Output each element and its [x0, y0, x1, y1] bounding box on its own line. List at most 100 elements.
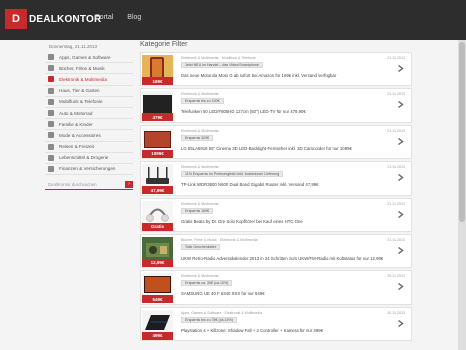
- category-label: Mode & Accessoires: [59, 132, 101, 138]
- category-menu: Apps, Games & Software Bücher, Filme & M…: [45, 52, 133, 176]
- deal-tag: Ersparnis 320€: [181, 134, 214, 141]
- deal-thumbnail[interactable]: 47,99€: [142, 164, 173, 195]
- category-item-food[interactable]: Lebensmittel & Drogerie: [45, 153, 133, 164]
- nav-link-blog[interactable]: Blog: [127, 14, 141, 21]
- deal-title[interactable]: SAMSUNG UE 40 F 6340 SSX für nur 549€: [181, 291, 397, 296]
- logo-mark: D: [5, 9, 27, 29]
- category-item-travel[interactable]: Reisen & Freizeit: [45, 142, 133, 153]
- deal-date: 21.11.2013: [387, 56, 405, 60]
- chevron-right-icon[interactable]: [397, 174, 404, 182]
- deal-tag: Ersparnis ca. 30€ (ca.10%): [181, 280, 233, 287]
- deal-tag: Jetzt NEU im Handel – das Video/Smartpho…: [181, 62, 263, 68]
- family-icon: [48, 121, 54, 128]
- category-label: Auto & Motorrad: [59, 110, 93, 116]
- car-icon: [48, 110, 54, 117]
- category-item-electronics[interactable]: Elektronik & Multimedia: [45, 74, 133, 86]
- price-ribbon: 499€: [142, 331, 173, 340]
- category-item-books[interactable]: Bücher, Filme & Musik: [45, 63, 133, 75]
- food-icon: [48, 154, 54, 161]
- deal-date: 21.11.2013: [387, 165, 405, 170]
- house-icon: [48, 87, 54, 94]
- chevron-right-icon[interactable]: [397, 65, 404, 72]
- chevron-right-icon[interactable]: [397, 210, 404, 218]
- category-sidebar: Donnerstag, 21.11.2013 Apps, Games & Sof…: [45, 40, 133, 191]
- search-button[interactable]: ›: [125, 180, 133, 188]
- page-scrollbar[interactable]: [458, 40, 466, 350]
- deal-date: 21.11.2013: [387, 128, 405, 133]
- chevron-right-icon[interactable]: [397, 283, 404, 291]
- category-label: Bücher, Filme & Musik: [59, 65, 105, 71]
- category-item-home[interactable]: Haus, Tier & Garten: [45, 86, 133, 97]
- deal-tag: Ersparnis bis zu 120€: [181, 98, 224, 105]
- deal-title[interactable]: Das neue Motorola Moto G ab sofort bei A…: [181, 73, 397, 78]
- category-item-mobile[interactable]: Mobilfunk & Telefonie: [45, 97, 133, 108]
- category-label: Reisen & Freizeit: [59, 144, 94, 150]
- deal-list-panel: Kategorie Filter 169€ Elektronik & Multi…: [140, 40, 412, 343]
- top-navigation-bar: D DEALKONTOR Portal Blog: [0, 0, 466, 40]
- price-ribbon: Gratis: [142, 222, 173, 231]
- category-item-auto[interactable]: Auto & Motorrad: [45, 108, 133, 120]
- category-item-fashion[interactable]: Mode & Accessoires: [45, 130, 133, 142]
- deal-title[interactable]: Gratis Beats by Dr. Dre Solo Kopfhörer b…: [181, 219, 397, 224]
- scrollbar-thumb[interactable]: [459, 42, 465, 222]
- category-item-apps[interactable]: Apps, Games & Software: [45, 52, 133, 64]
- category-item-family[interactable]: Familie & Kinder: [45, 119, 133, 131]
- deal-tag: 11% Ersparnis im Preisvergleich inkl. ko…: [181, 171, 284, 178]
- deal-thumbnail[interactable]: 479€: [142, 91, 173, 122]
- deal-card[interactable]: 12,99€ Bücher, Filme & Musik · Elektroni…: [140, 233, 412, 269]
- deal-title[interactable]: UKW Retro-Radio Adventskalender 2013 in …: [181, 256, 397, 261]
- deal-title[interactable]: Playstation 4 + Killzone: Shadow Fall + …: [181, 328, 397, 333]
- logo-text: DEALKONTOR: [29, 13, 102, 25]
- deal-thumbnail[interactable]: 549€: [142, 273, 173, 304]
- deal-date: 21.11.2013: [387, 201, 405, 206]
- main-nav: Portal Blog: [95, 14, 141, 21]
- deal-date: 20.11.2013: [387, 310, 405, 315]
- category-label: Familie & Kinder: [59, 121, 93, 127]
- deal-card[interactable]: 169€ Elektronik & Multimedia · Mobilfunk…: [140, 52, 412, 87]
- deal-category: Elektronik & Multimedia: [181, 201, 219, 206]
- current-date: Donnerstag, 21.11.2013: [49, 44, 97, 49]
- deal-card[interactable]: Gratis Elektronik & Multimedia 21.11.201…: [140, 197, 412, 232]
- travel-icon: [48, 143, 54, 150]
- deal-thumbnail[interactable]: Gratis: [142, 200, 173, 231]
- deal-category: Apps, Games & Software · Elektronik & Mu…: [181, 310, 263, 315]
- deal-thumbnail[interactable]: 499€: [142, 309, 173, 340]
- price-ribbon: 47,99€: [142, 186, 173, 195]
- deal-date: 21.11.2013: [387, 92, 405, 97]
- price-ribbon: 549€: [142, 295, 173, 304]
- apps-icon: [48, 54, 54, 61]
- deal-card[interactable]: 499€ Apps, Games & Software · Elektronik…: [140, 306, 412, 342]
- deal-card[interactable]: 1099€ Elektronik & Multimedia 21.11.2013…: [140, 124, 412, 160]
- deal-thumbnail[interactable]: 12,99€: [142, 236, 173, 267]
- deal-title[interactable]: TP-Link WDR3600 N600 Dual Band Gigabit R…: [181, 182, 397, 187]
- deal-thumbnail[interactable]: 1099€: [142, 127, 173, 158]
- category-item-finance[interactable]: Finanzen & Versicherungen: [45, 164, 133, 176]
- deal-category: Bücher, Filme & Musik · Elektronik & Mul…: [181, 237, 258, 242]
- deal-card[interactable]: 479€ Elektronik & Multimedia 21.11.2013 …: [140, 88, 412, 123]
- category-label: Apps, Games & Software: [59, 54, 111, 60]
- deal-card[interactable]: 47,99€ Elektronik & Multimedia 21.11.201…: [140, 161, 412, 196]
- deal-tag: Ersparnis bis zu 78€ (ca.14%): [181, 316, 237, 323]
- fashion-icon: [48, 132, 54, 139]
- deal-title[interactable]: Telefunken 50 LED/F805HD 127cm (50") LED…: [181, 109, 397, 114]
- chevron-right-icon[interactable]: [397, 137, 404, 145]
- camera-icon: [48, 76, 54, 83]
- chevron-right-icon[interactable]: [397, 101, 404, 109]
- deal-category: Elektronik & Multimedia: [181, 165, 219, 170]
- deal-category: Elektronik & Multimedia · Mobilfunk & Te…: [181, 56, 256, 60]
- finance-icon: [48, 165, 54, 172]
- chevron-right-icon[interactable]: [397, 319, 404, 327]
- search-input[interactable]: Deal/Kontor durchsuchen: [48, 182, 97, 187]
- search-box[interactable]: Deal/Kontor durchsuchen ›: [45, 180, 133, 191]
- deal-card[interactable]: 549€ Elektronik & Multimedia 20.11.2013 …: [140, 270, 412, 305]
- deal-thumbnail[interactable]: 169€: [142, 55, 173, 85]
- logo[interactable]: D DEALKONTOR: [5, 9, 101, 29]
- price-ribbon: 479€: [142, 113, 173, 122]
- book-icon: [48, 65, 54, 72]
- category-label: Finanzen & Versicherungen: [59, 166, 116, 172]
- category-label: Haus, Tier & Garten: [59, 88, 100, 94]
- deal-title[interactable]: LG 55LA6918 55" Cinema 3D LED-Backlight-…: [181, 146, 397, 151]
- chevron-right-icon[interactable]: [397, 246, 404, 254]
- nav-link-portal[interactable]: Portal: [95, 14, 113, 21]
- phone-icon: [48, 98, 54, 105]
